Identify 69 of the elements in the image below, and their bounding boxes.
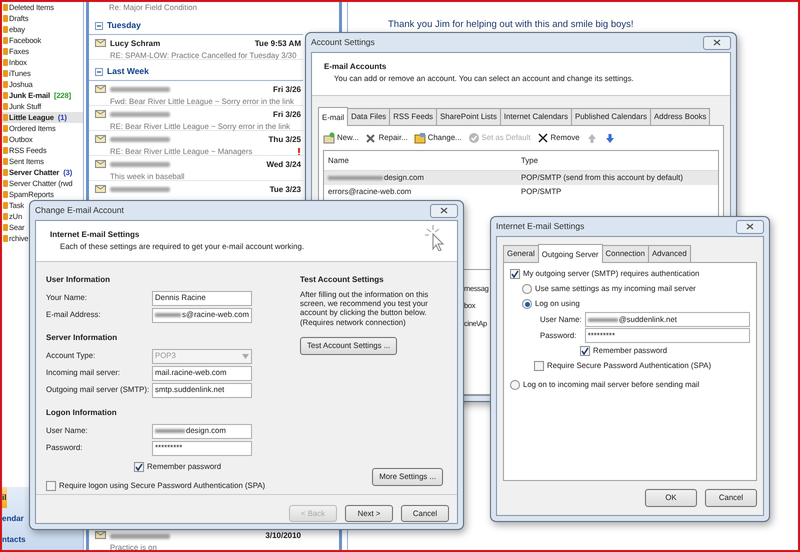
radio-button[interactable]	[522, 284, 532, 294]
collapse-icon	[95, 22, 103, 30]
radio-button[interactable]	[522, 299, 532, 310]
blurred-text	[110, 137, 170, 142]
section-title: Test Account Settings	[300, 274, 385, 286]
checkbox[interactable]	[510, 269, 520, 280]
folder-icon	[414, 132, 426, 144]
message-row[interactable]: Tue 3/23	[89, 180, 303, 198]
message-date: Tue 3/23	[270, 184, 301, 196]
close-icon	[713, 39, 721, 46]
blurred-text	[110, 534, 170, 538]
nav-button[interactable]: ntacts	[2, 529, 27, 550]
down-arrow-icon	[604, 132, 616, 144]
dialog-heading: Internet E-mail Settings	[50, 229, 140, 241]
up-arrow-icon	[586, 132, 598, 144]
section-title: Server Information	[46, 332, 118, 344]
window-title: Change E-mail Account	[35, 204, 124, 217]
message-date: Fri 3/26	[272, 84, 301, 96]
envelope-icon	[95, 184, 106, 193]
close-button[interactable]	[430, 204, 458, 218]
nav-button[interactable]: il	[2, 487, 8, 508]
section-title: User Information	[46, 274, 112, 286]
envelope-icon	[95, 530, 106, 539]
radio-button[interactable]	[510, 380, 520, 390]
message-date: 3/10/2010	[265, 530, 301, 542]
close-icon	[536, 132, 549, 144]
blurred-text	[110, 187, 170, 192]
cursor-sparkle-icon	[423, 225, 447, 251]
message-date: Thu 3/25	[268, 134, 301, 146]
checkbox[interactable]	[134, 462, 144, 472]
group-header: Last Week	[107, 65, 149, 78]
envelope-icon	[95, 158, 106, 168]
message-date: Tue 9:53 AM	[254, 38, 301, 50]
nav-button[interactable]: endar	[2, 508, 25, 529]
section-title: Logon Information	[46, 406, 118, 419]
blurred-text	[155, 313, 182, 318]
message-date: Wed 3/24	[266, 158, 301, 171]
blurred-text	[110, 162, 170, 168]
message-date: Fri 3/26	[272, 108, 301, 121]
close-button[interactable]	[736, 220, 764, 234]
envelope-icon	[95, 38, 106, 47]
collapse-icon	[95, 68, 103, 76]
close-button[interactable]	[703, 36, 731, 50]
checkbox[interactable]	[580, 346, 590, 356]
blurred-text	[155, 429, 185, 434]
close-icon	[746, 223, 754, 230]
window-title: Internet E-mail Settings	[496, 220, 584, 233]
close-icon	[440, 207, 448, 214]
check-icon	[581, 347, 589, 356]
group-header: Tuesday	[107, 19, 141, 32]
down-arrow-button[interactable]	[604, 132, 616, 144]
window-title: Account Settings	[311, 36, 375, 49]
blurred-text	[588, 318, 618, 322]
blurred-text	[110, 87, 170, 92]
new-account-icon	[323, 132, 335, 144]
blurred-text	[328, 176, 383, 180]
check-circle-icon	[468, 132, 480, 144]
sender-name: Lucy Schram	[110, 38, 160, 50]
blurred-text	[110, 112, 170, 118]
checkbox[interactable]	[534, 361, 544, 372]
checkbox[interactable]	[46, 481, 56, 492]
envelope-icon	[95, 108, 106, 118]
check-icon	[135, 463, 143, 472]
envelope-icon	[95, 134, 106, 143]
envelope-icon	[95, 84, 106, 93]
message-body: Thank you Jim for helping out with this and smile big boys!	[388, 18, 635, 32]
caret-icon	[242, 354, 249, 359]
dialog-heading: E-mail Accounts	[324, 61, 388, 73]
check-icon	[511, 270, 519, 278]
